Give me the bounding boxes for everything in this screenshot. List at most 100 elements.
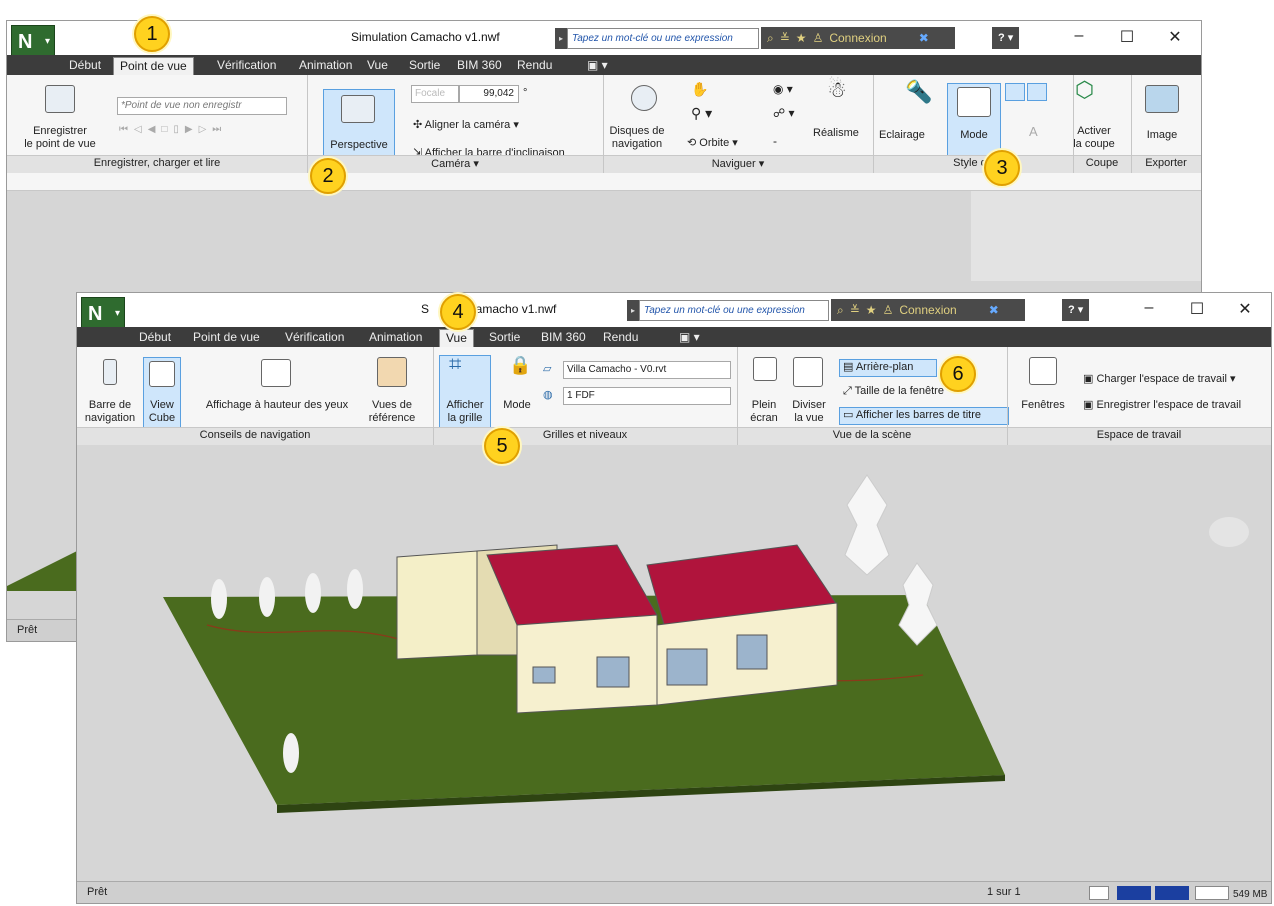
more-nav-icon[interactable]: - (773, 135, 777, 148)
save-viewpoint-button[interactable]: Enregistrer le point de vue (15, 125, 105, 151)
windows-button[interactable]: Fenêtres (1017, 399, 1069, 412)
panel-camera[interactable]: Caméra ▾ (307, 157, 603, 170)
title-bars-text: Afficher les barres de titre (855, 409, 981, 421)
walk-icon[interactable]: ☍ ▾ (773, 107, 795, 120)
tab-bim360[interactable]: BIM 360 (535, 329, 592, 347)
camera-menu-icon[interactable]: ▣ ▾ (673, 329, 706, 347)
full-screen-button[interactable]: Plein écran (743, 399, 785, 425)
lighting-button[interactable]: Eclairage (879, 129, 925, 142)
user-icon[interactable]: ♙ (883, 303, 894, 317)
shaded-icon[interactable] (1005, 83, 1025, 101)
save-workspace-button[interactable]: ▣ Enregistrer l'espace de travail (1083, 399, 1241, 412)
mode-label: Mode (960, 129, 988, 141)
maximize-icon[interactable]: ☐ (1107, 27, 1147, 47)
viewpoint-select[interactable]: *Point de vue non enregistr (117, 97, 287, 115)
tab-point-de-vue[interactable]: Point de vue (187, 329, 266, 347)
playback-controls: ⏮◁◀□▯▶▷⏭ (119, 124, 228, 135)
realism-button[interactable]: Réalisme (813, 127, 859, 140)
divider (873, 75, 874, 173)
close-icon[interactable]: ✕ (1155, 27, 1195, 47)
eye-height-icon (261, 359, 291, 387)
connexion-link[interactable]: Connexion (899, 303, 956, 317)
load-workspace-button[interactable]: ▣ Charger l'espace de travail ▾ (1083, 373, 1236, 386)
tab-debut[interactable]: Début (63, 57, 107, 75)
grid-mode-button[interactable]: Mode (499, 399, 535, 412)
3d-viewport[interactable] (77, 445, 1271, 881)
tab-point-de-vue[interactable]: Point de vue (113, 57, 194, 75)
help-button[interactable]: ? ▾ (992, 27, 1020, 49)
maximize-icon[interactable]: ☐ (1177, 299, 1217, 319)
minimize-icon[interactable]: – (1129, 299, 1169, 317)
text-icon[interactable]: A (1029, 125, 1038, 138)
tab-animation[interactable]: Animation (293, 57, 358, 75)
divider (1007, 347, 1008, 445)
focale-input[interactable]: 99,042 (459, 85, 519, 103)
divider (603, 75, 604, 173)
panel-navigate[interactable]: Naviguer ▾ (603, 157, 873, 170)
star-icon[interactable]: ★ (866, 303, 877, 317)
tab-bim360[interactable]: BIM 360 (451, 57, 508, 75)
minimize-icon[interactable]: – (1059, 27, 1099, 45)
lock-icon: 🔒 (509, 355, 532, 375)
level-select[interactable]: 1 FDF (563, 387, 731, 405)
search-input[interactable]: Tapez un mot-clé ou une expression (567, 28, 759, 49)
tab-debut[interactable]: Début (133, 329, 177, 347)
split-view-button[interactable]: Diviser la vue (785, 399, 833, 425)
user-icon[interactable]: ♙ (813, 31, 824, 45)
binoculars-icon[interactable]: ⌕ (837, 303, 844, 317)
tab-sortie[interactable]: Sortie (403, 57, 446, 75)
binoculars-icon[interactable]: ⌕ (767, 31, 774, 45)
callout-4: 4 (440, 294, 476, 330)
application-menu-button[interactable]: N ▾ (11, 25, 55, 59)
orbit-button[interactable]: ⟲ Orbite ▾ (687, 137, 738, 150)
tree (211, 579, 227, 619)
tab-vue[interactable]: Vue (439, 329, 474, 347)
camera-icon[interactable] (45, 85, 75, 113)
house-left-wing (396, 550, 478, 660)
tab-vue[interactable]: Vue (361, 57, 394, 75)
search-expand-icon[interactable]: ▸ (627, 300, 639, 321)
tab-animation[interactable]: Animation (363, 329, 428, 347)
ribbon-tabs: Début Point de vue Vérification Animatio… (7, 55, 1201, 75)
application-menu-button[interactable]: N ▾ (81, 297, 125, 331)
sheet-browser-icon[interactable] (1089, 886, 1109, 900)
close-x-icon[interactable]: ✖ (919, 31, 929, 45)
connexion-link[interactable]: Connexion (829, 31, 886, 45)
reference-views-icon (377, 357, 407, 387)
window-size-button[interactable]: ⤢ Taille de la fenêtre (843, 385, 944, 398)
title-bar: N ▾ Simulation Camacho v1.nwf ▸ Tapez un … (7, 21, 1201, 59)
tab-verification[interactable]: Vérification (211, 57, 282, 75)
model-file-icon: ▱ (543, 363, 552, 375)
align-camera-label: Aligner la caméra (424, 119, 511, 131)
look-icon[interactable]: ◉ ▾ (773, 83, 793, 96)
view-cube-label: View Cube (148, 399, 176, 424)
help-button[interactable]: ? ▾ (1062, 299, 1090, 321)
activate-section-button[interactable]: Activer la coupe (1069, 125, 1119, 151)
subscription-icon[interactable]: ≚ (780, 31, 790, 45)
viewcube-widget[interactable] (1209, 517, 1249, 547)
navigation-bar-button[interactable]: Barre de navigation (83, 399, 137, 425)
search-expand-icon[interactable]: ▸ (555, 28, 567, 49)
reference-views-button[interactable]: Vues de référence (357, 399, 427, 425)
tab-rendu[interactable]: Rendu (511, 57, 558, 75)
tab-sortie[interactable]: Sortie (483, 329, 526, 347)
degree-unit: ° (523, 87, 528, 99)
network-icon (1195, 886, 1229, 900)
align-camera-button[interactable]: ✣ Aligner la caméra ▾ (413, 119, 519, 132)
camera-menu-icon[interactable]: ▣ ▾ (581, 57, 614, 75)
close-icon[interactable]: ✕ (1225, 299, 1265, 319)
tab-rendu[interactable]: Rendu (597, 329, 644, 347)
navigation-disks-button[interactable]: Disques de navigation (597, 125, 677, 151)
subscription-icon[interactable]: ≚ (850, 303, 860, 317)
close-x-icon[interactable]: ✖ (989, 303, 999, 317)
eye-height-button[interactable]: Affichage à hauteur des yeux (189, 399, 365, 412)
tree (305, 573, 321, 613)
tab-verification[interactable]: Vérification (279, 329, 350, 347)
star-icon[interactable]: ★ (796, 31, 807, 45)
model-select[interactable]: Villa Camacho - V0.rvt (563, 361, 731, 379)
pan-hand-icon[interactable]: ✋ (691, 82, 708, 96)
wireframe-icon[interactable] (1027, 83, 1047, 101)
search-input[interactable]: Tapez un mot-clé ou une expression (639, 300, 829, 321)
image-button[interactable]: Image (1139, 129, 1185, 142)
zoom-icon[interactable]: ⚲ ▾ (691, 106, 712, 120)
